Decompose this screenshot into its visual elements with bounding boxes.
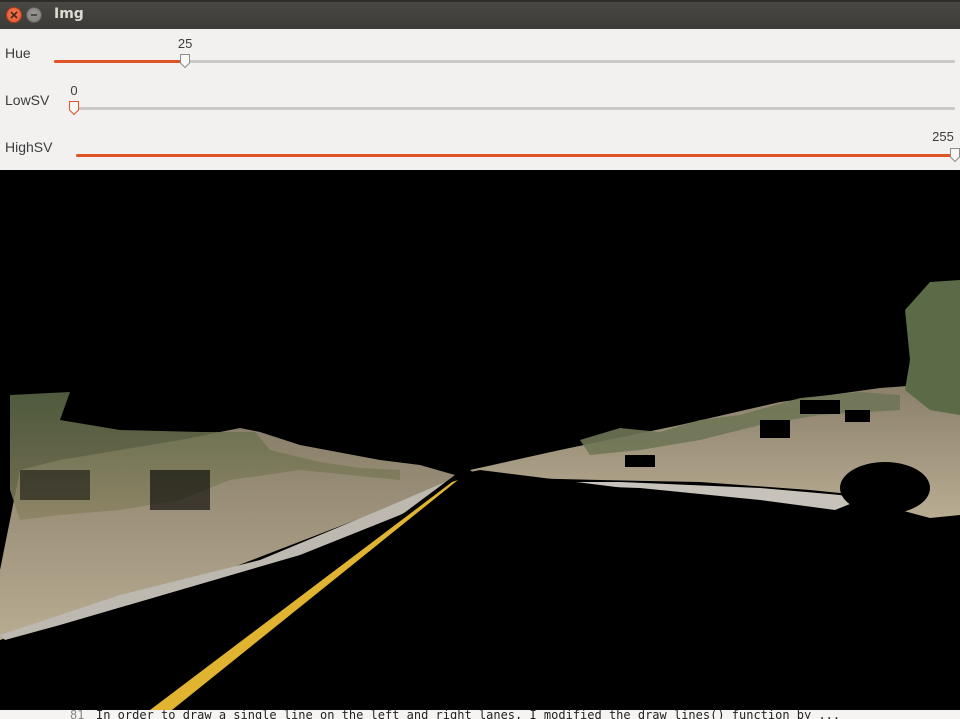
trackbar-value: 255 (932, 129, 954, 144)
slider-handle[interactable] (68, 100, 80, 116)
trackbar-value: 25 (177, 36, 193, 51)
line-number: 81 (70, 710, 85, 719)
trackbar-label: Hue (5, 45, 31, 61)
trackbar-lowsv[interactable]: LowSV 0 (0, 76, 960, 123)
slider-handle[interactable] (179, 53, 191, 69)
titlebar-top-strip (0, 0, 960, 2)
trackbar-hue[interactable]: Hue 25 (0, 29, 960, 76)
background-text-line: In order to draw a single line on the le… (96, 710, 841, 719)
close-icon (10, 11, 18, 19)
trackbar-panel: Hue 25 LowSV 0 HighSV 255 (0, 29, 960, 170)
slider-groove[interactable] (76, 154, 955, 157)
background-editor-strip: 81 In order to draw a single line on the… (0, 710, 960, 719)
trackbar-label: LowSV (5, 92, 50, 108)
window-title: Img (54, 6, 84, 22)
image-display (0, 170, 960, 710)
slider-fill (54, 60, 186, 63)
right-trees (905, 280, 960, 415)
minimize-icon (31, 14, 37, 16)
road-mask-image (0, 280, 960, 710)
slider-groove[interactable] (74, 107, 955, 110)
trackbar-label: HighSV (5, 139, 53, 155)
window-titlebar[interactable]: Img (0, 0, 960, 30)
trackbar-highsv[interactable]: HighSV 255 (0, 123, 960, 170)
trackbar-value: 0 (70, 83, 78, 98)
slider-fill (76, 154, 955, 157)
slider-handle[interactable] (949, 147, 960, 163)
close-button[interactable] (6, 7, 22, 23)
minimize-button[interactable] (26, 7, 42, 23)
